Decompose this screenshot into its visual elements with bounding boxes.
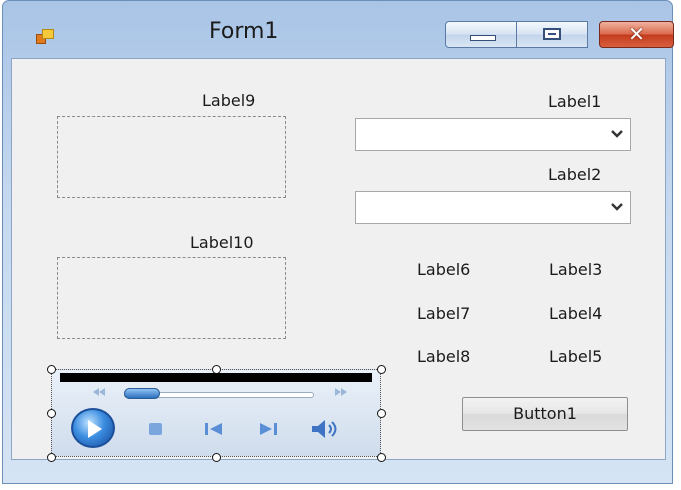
close-icon: ✕ [628, 22, 645, 46]
panel-1[interactable] [57, 116, 286, 198]
resize-handle[interactable] [212, 453, 221, 462]
volume-icon[interactable] [310, 418, 342, 440]
label5: Label5 [549, 347, 603, 366]
resize-handle[interactable] [47, 365, 56, 374]
previous-icon[interactable] [204, 421, 224, 437]
maximize-icon [543, 28, 561, 40]
label7: Label7 [417, 304, 471, 323]
player-top-bar [60, 373, 372, 382]
fast-forward-icon[interactable] [334, 387, 348, 397]
resize-handle[interactable] [377, 453, 386, 462]
maximize-button[interactable] [516, 21, 588, 48]
seek-thumb[interactable] [124, 388, 160, 399]
label10: Label10 [190, 233, 254, 252]
label3: Label3 [549, 260, 603, 279]
label8: Label8 [417, 347, 471, 366]
minimize-icon [470, 35, 496, 41]
label4: Label4 [549, 304, 603, 323]
play-icon[interactable] [71, 408, 115, 448]
button1[interactable]: Button1 [462, 397, 628, 431]
label1: Label1 [548, 92, 602, 111]
close-button[interactable]: ✕ [599, 21, 674, 48]
stop-icon[interactable] [149, 423, 162, 435]
chevron-down-icon[interactable] [610, 201, 624, 213]
form-window: Form1 ✕ Label9 Label10 Label1 Label2 Lab… [2, 0, 674, 484]
resize-handle[interactable] [377, 365, 386, 374]
resize-handle[interactable] [47, 453, 56, 462]
chevron-down-icon[interactable] [610, 128, 624, 140]
resize-handle[interactable] [377, 409, 386, 418]
panel-2[interactable] [57, 257, 286, 339]
form-client-area: Label9 Label10 Label1 Label2 Label6 Labe… [11, 58, 666, 462]
app-icon[interactable] [36, 29, 54, 44]
combobox-2[interactable] [355, 191, 631, 224]
media-player[interactable] [47, 365, 386, 462]
label6: Label6 [417, 260, 471, 279]
label9: Label9 [202, 91, 256, 110]
resize-handle[interactable] [47, 409, 56, 418]
rewind-icon[interactable] [92, 387, 106, 397]
combobox-1[interactable] [355, 118, 631, 151]
next-icon[interactable] [258, 421, 278, 437]
minimize-button[interactable] [445, 21, 517, 48]
title-bar[interactable]: Form1 ✕ [3, 1, 674, 57]
label2: Label2 [548, 165, 602, 184]
window-title: Form1 [209, 19, 279, 44]
resize-handle[interactable] [212, 365, 221, 374]
